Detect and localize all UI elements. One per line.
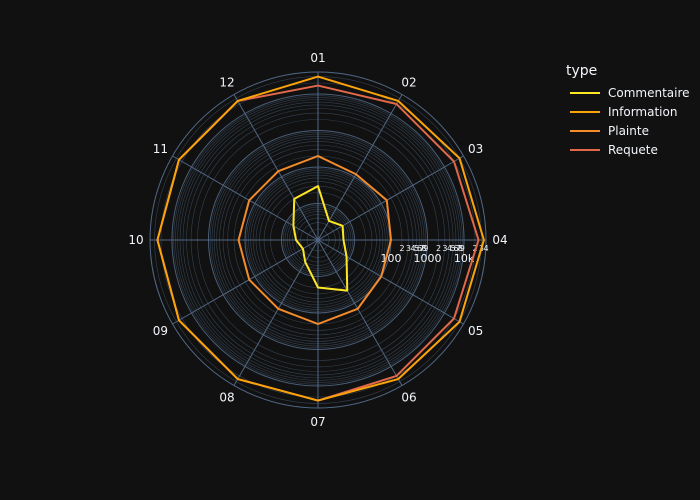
legend-swatch	[570, 129, 600, 132]
legend-label: Commentaire	[608, 85, 690, 100]
angular-tick-label: 07	[310, 415, 325, 429]
legend-item-plainte[interactable]: Plainte	[566, 121, 690, 140]
radial-minor-tick-label: 9	[460, 244, 465, 253]
legend: type Commentaire Information Plainte Req…	[566, 63, 690, 159]
radial-major-tick-label: 1000	[414, 252, 442, 265]
legend-swatch	[570, 110, 600, 113]
legend-item-information[interactable]: Information	[566, 102, 690, 121]
radial-minor-tick-label: 2	[436, 244, 441, 253]
angular-tick-label: 09	[153, 324, 168, 338]
angular-tick-label: 11	[153, 142, 168, 156]
polar-chart: 01 02 03 04 05 06 07 08 09 10 11 12 100 1000 10k 2 3 4 5 6 7…	[0, 0, 700, 500]
angular-tick-label: 03	[468, 142, 483, 156]
legend-swatch	[570, 148, 600, 151]
angular-tick-label: 05	[468, 324, 483, 338]
angular-tick-label: 10	[128, 233, 143, 247]
angular-tick-label: 01	[310, 51, 325, 65]
radial-minor-tick-label: 4	[483, 244, 488, 253]
legend-title: type	[566, 63, 598, 79]
radial-minor-tick-label: 2	[399, 244, 404, 253]
radial-major-tick-label: 100	[381, 252, 402, 265]
angular-tick-label: 08	[219, 391, 234, 405]
angular-tick-label: 02	[401, 75, 416, 89]
legend-item-requete[interactable]: Requete	[566, 140, 690, 159]
grid-layer	[149, 71, 487, 409]
legend-label: Requete	[608, 142, 658, 157]
legend-swatch	[570, 91, 600, 94]
angular-tick-label: 12	[219, 75, 234, 89]
legend-item-commentaire[interactable]: Commentaire	[566, 83, 690, 102]
angular-tick-label: 06	[401, 391, 416, 405]
legend-label: Information	[608, 104, 678, 119]
angular-tick-label: 04	[492, 233, 507, 247]
radial-minor-tick-label: 9	[423, 244, 428, 253]
legend-label: Plainte	[608, 123, 649, 138]
